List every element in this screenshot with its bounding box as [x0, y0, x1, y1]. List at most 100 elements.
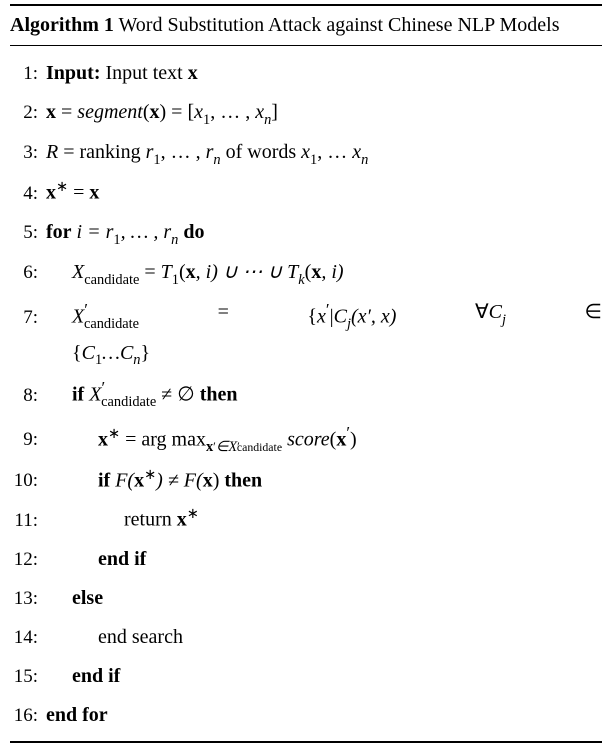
line-content: end search	[46, 618, 602, 657]
line-content: {C1…Cn}	[46, 338, 602, 371]
kw-input: Input:	[46, 62, 100, 84]
line-content: end if	[46, 657, 602, 696]
algorithm-header: Algorithm 1 Word Substitution Attack aga…	[10, 6, 602, 46]
subscript: n	[171, 232, 178, 248]
var-X: X	[72, 306, 84, 328]
fn-segment: segment	[77, 101, 143, 123]
var-xi: x	[255, 101, 264, 123]
var-xstar: x	[134, 469, 144, 491]
line-number: 13:	[10, 580, 46, 617]
var-R: R	[46, 141, 58, 163]
paren: )	[213, 469, 225, 491]
eq: =	[218, 293, 229, 338]
line-content: X′candidate = {x′|Cj(x′, x) ∀Cj ∈	[46, 293, 602, 338]
var-xstar: x	[46, 182, 56, 204]
var-x: x	[203, 469, 213, 491]
line-content: x∗ = x	[46, 173, 602, 213]
line-number: 9:	[10, 421, 46, 458]
line-content: end for	[46, 696, 602, 735]
var-T: T	[287, 261, 298, 283]
neq: ) ≠ F(	[156, 469, 203, 491]
var-X: X	[72, 261, 84, 283]
line-number: 8:	[10, 377, 46, 414]
algo-line: 13: else	[10, 579, 602, 618]
subscript: 1	[95, 352, 102, 368]
var-T: T	[161, 261, 172, 283]
subscript: n	[213, 152, 220, 168]
superscript: ∗	[187, 506, 199, 522]
algo-line: 16: end for	[10, 696, 602, 735]
var-x: x	[186, 261, 196, 283]
algo-line: 8: if X′candidate ≠ ∅ then	[10, 371, 602, 416]
kw-else: else	[72, 587, 103, 609]
subscript: n	[361, 152, 368, 168]
text: = ranking	[58, 141, 145, 163]
paren: (	[143, 101, 150, 123]
var-xi: x	[301, 141, 310, 163]
args: (x′, x)	[351, 306, 396, 328]
var-x: x	[150, 101, 160, 123]
dots: , … ,	[210, 101, 255, 123]
subscript: j	[347, 316, 351, 332]
var-x: x	[311, 261, 321, 283]
subscript: 1	[310, 152, 317, 168]
subscript: j	[502, 312, 506, 328]
eq: =	[139, 261, 160, 283]
algo-line: 2: x = segment(x) = [x1, … , xn]	[10, 93, 602, 133]
line-content: x = segment(x) = [x1, … , xn]	[46, 93, 602, 133]
var-xi: x	[194, 101, 203, 123]
var-x: x	[336, 428, 346, 450]
eq: =	[56, 101, 77, 123]
var-x: x	[46, 101, 56, 123]
var-X: X	[84, 384, 101, 406]
line-content: if X′candidate ≠ ∅ then	[46, 371, 602, 416]
line-number: 11:	[10, 502, 46, 539]
kw-endif: end if	[72, 665, 120, 687]
line-number: 1:	[10, 55, 46, 92]
in: ∈	[585, 293, 602, 338]
var-xstar: x	[177, 509, 187, 531]
algo-line: 12: end if	[10, 540, 602, 579]
algo-line: 4: x∗ = x	[10, 173, 602, 213]
kw-then: then	[224, 469, 262, 491]
line-number: 12:	[10, 541, 46, 578]
brace: {	[72, 342, 82, 364]
argmax: = arg max	[120, 428, 206, 450]
subscript: candidate	[84, 316, 139, 332]
algo-line: 3: R = ranking r1, … , rn of words x1, ……	[10, 133, 602, 173]
subscript: 1	[113, 232, 120, 248]
line-content: return x∗	[46, 500, 602, 540]
line-number: 4:	[10, 175, 46, 212]
subscript: n	[264, 112, 271, 128]
line-content: else	[46, 579, 602, 618]
line-number: 15:	[10, 658, 46, 695]
algo-line: 5: for i = r1, … , rn do	[10, 213, 602, 253]
line-number: 2:	[10, 94, 46, 131]
fn-F: F(	[110, 469, 134, 491]
algo-line: 1: Input: Input text x	[10, 54, 602, 93]
subscript: 1	[172, 272, 179, 288]
line-content: Input: Input text x	[46, 54, 602, 93]
kw-if: if	[72, 384, 84, 406]
fn-score: score	[287, 428, 330, 450]
line-number: 10:	[10, 462, 46, 499]
algorithm-label: Algorithm 1	[10, 14, 114, 36]
text: , i)	[321, 261, 343, 283]
algo-line: 6: Xcandidate = T1(x, i) ∪ ⋯ ∪ Tk(x, i)	[10, 253, 602, 293]
neq: ≠ ∅	[156, 384, 199, 406]
line-content: for i = r1, … , rn do	[46, 213, 602, 253]
text: , i) ∪ ⋯ ∪	[196, 261, 288, 283]
var-C: C	[334, 306, 347, 328]
subscript: k	[298, 272, 304, 288]
algo-line: 15: end if	[10, 657, 602, 696]
algo-line: 7: X′candidate = {x′|Cj(x′, x) ∀Cj ∈	[10, 293, 602, 338]
dots: , …	[317, 141, 352, 163]
var-C: C	[120, 342, 133, 364]
sub-in: ∈X	[216, 439, 237, 455]
var-x: x	[89, 182, 99, 204]
var-C: C	[489, 301, 502, 323]
var-xi: x	[352, 141, 361, 163]
forall: ∀	[475, 301, 489, 323]
algorithm-box: Algorithm 1 Word Substitution Attack aga…	[10, 4, 602, 743]
kw-return: return	[124, 509, 177, 531]
